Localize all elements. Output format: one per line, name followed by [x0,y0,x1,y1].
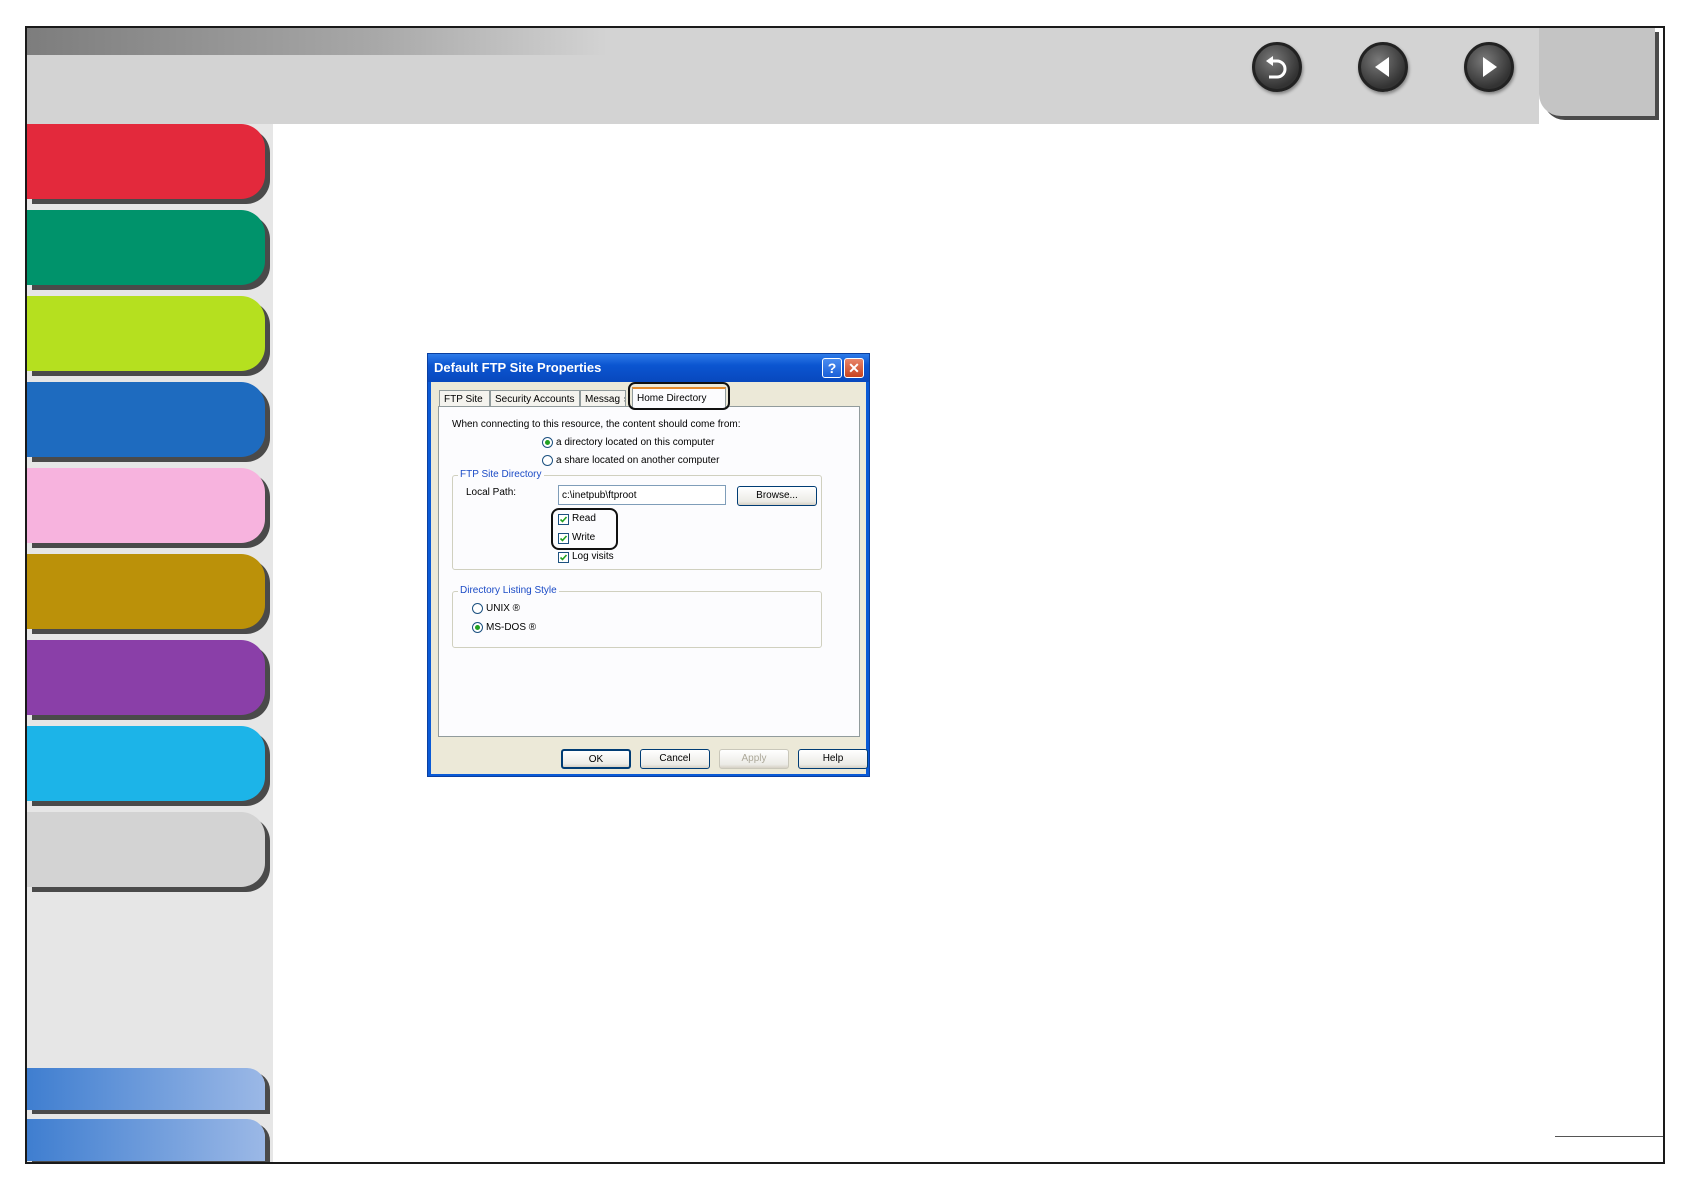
ftp-properties-dialog: Default FTP Site Properties ? ✕ FTP Site… [427,353,870,777]
sidebar-tab-3[interactable] [27,296,265,371]
ok-button[interactable]: OK [561,749,631,769]
help-button[interactable]: Help [798,749,868,769]
top-header-bar [27,28,1539,124]
page-number-rule [1555,1136,1663,1137]
sidebar-tab-2[interactable] [27,210,265,285]
sidebar-bottom-tab-1[interactable] [27,1068,265,1110]
browse-button[interactable]: Browse... [737,486,817,506]
header-gradient-strip [27,28,607,55]
corner-tab[interactable] [1539,28,1655,116]
directory-listing-style-title: Directory Listing Style [458,585,559,596]
previous-page-icon [1375,57,1389,77]
local-path-label: Local Path: [466,487,517,498]
help-icon[interactable]: ? [822,358,842,378]
radio-local-directory[interactable] [542,437,553,448]
local-path-input[interactable] [558,485,726,505]
next-page-button[interactable] [1464,42,1514,92]
cancel-button[interactable]: Cancel [640,749,710,769]
sidebar-tab-8[interactable] [27,726,265,801]
directory-listing-style-group [452,591,822,648]
ftp-site-directory-title: FTP Site Directory [458,469,544,480]
radio-remote-share-label: a share located on another computer [556,455,720,466]
apply-button[interactable]: Apply [719,749,789,769]
source-prompt: When connecting to this resource, the co… [452,419,741,430]
sidebar-bottom-tab-2[interactable] [27,1119,265,1161]
tab-messages-label: Messag [585,394,621,405]
radio-unix[interactable] [472,603,483,614]
sidebar-tab-7[interactable] [27,640,265,715]
log-visits-checkbox-label: Log visits [572,551,614,562]
back-arrow-icon [1266,56,1287,79]
home-directory-panel: When connecting to this resource, the co… [438,406,860,737]
radio-local-directory-label: a directory located on this computer [556,437,715,448]
sidebar-tab-6[interactable] [27,554,265,629]
dialog-client-area: FTP Site Security Accounts Messags Home … [431,382,868,774]
sidebar-tab-5[interactable] [27,468,265,543]
radio-unix-label: UNIX ® [486,603,521,614]
sidebar-tab-9[interactable] [27,812,265,887]
radio-msdos-label: MS-DOS ® [486,622,537,633]
radio-msdos[interactable] [472,622,483,633]
previous-page-button[interactable] [1358,42,1408,92]
tab-messages-tail: s [624,394,625,405]
close-icon[interactable]: ✕ [844,358,864,378]
radio-remote-share[interactable] [542,455,553,466]
next-page-icon [1483,57,1497,77]
dialog-titlebar[interactable]: Default FTP Site Properties ? ✕ [428,354,869,382]
back-button[interactable] [1252,42,1302,92]
sidebar-tab-1[interactable] [27,124,265,199]
read-write-callout-outline [551,508,618,550]
sidebar [27,124,273,1162]
checkmark-icon [559,554,568,561]
log-visits-checkbox[interactable] [558,552,569,563]
sidebar-tab-4[interactable] [27,382,265,457]
dialog-title: Default FTP Site Properties [434,360,602,375]
tab-callout-outline [628,382,730,410]
